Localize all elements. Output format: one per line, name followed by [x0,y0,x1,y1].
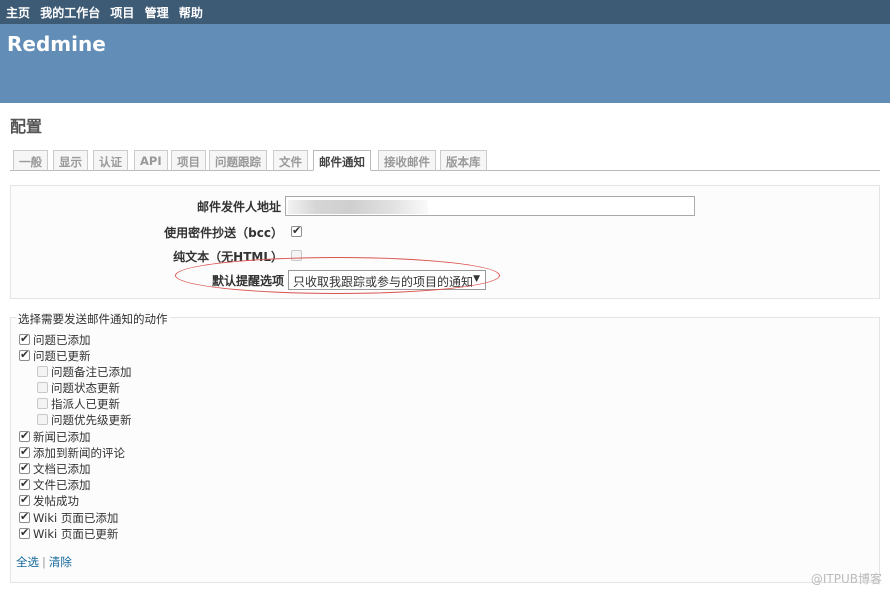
action-label: 新闻已添加 [33,430,91,444]
tab-repositories[interactable]: 版本库 [440,150,487,171]
action-issue-added[interactable]: 问题已添加 [19,332,91,348]
tab-api[interactable]: API [134,150,168,171]
tab-display[interactable]: 显示 [53,150,88,171]
tab-issue-tracking[interactable]: 问题跟踪 [209,150,267,171]
action-label: 文件已添加 [33,478,91,492]
link-separator: | [42,555,46,569]
checkbox-icon[interactable] [19,348,30,362]
action-issue-note-added[interactable]: 问题备注已添加 [37,364,132,380]
bcc-label: 使用密件抄送（bcc） [164,226,283,240]
tab-incoming-emails[interactable]: 接收邮件 [378,150,436,171]
notification-actions-box [10,317,880,583]
checkbox-icon[interactable] [37,366,48,377]
tab-projects[interactable]: 项目 [171,150,206,171]
checkbox-icon[interactable] [19,461,30,475]
action-label: Wiki 页面已添加 [33,511,119,525]
app-title[interactable]: Redmine [7,32,106,56]
from-address-label: 邮件发件人地址 [196,200,281,214]
clear-link[interactable]: 清除 [49,555,72,569]
action-label: 问题已添加 [33,333,91,347]
tab-email-notifications[interactable]: 邮件通知 [313,150,371,171]
from-address-row: 邮件发件人地址 [11,196,871,216]
checkbox-icon[interactable] [37,382,48,393]
action-label: 问题状态更新 [51,381,120,395]
page-title: 配置 [10,117,43,136]
action-news-comment-added[interactable]: 添加到新闻的评论 [19,445,125,461]
checkbox-icon[interactable] [19,493,30,507]
check-all-link[interactable]: 全选 [16,555,39,569]
menu-admin[interactable]: 管理 [145,6,169,20]
action-file-added[interactable]: 文件已添加 [19,477,91,493]
check-links: 全选 | 清除 [16,554,72,570]
action-label: 文档已添加 [33,462,91,476]
action-document-added[interactable]: 文档已添加 [19,461,91,477]
bcc-row: 使用密件抄送（bcc） [11,222,871,242]
checkbox-icon[interactable] [19,510,30,524]
checkbox-icon[interactable] [37,398,48,409]
from-address-input[interactable] [285,196,695,216]
action-label: Wiki 页面已更新 [33,527,119,541]
tab-authentication[interactable]: 认证 [93,150,128,171]
watermark: @ITPUB博客 [810,572,882,586]
action-label: 发帖成功 [33,494,79,508]
menu-help[interactable]: 帮助 [179,6,203,20]
action-label: 添加到新闻的评论 [33,446,125,460]
bcc-checkbox[interactable] [291,224,302,238]
checkbox-icon[interactable] [19,332,30,346]
action-priority-updated[interactable]: 问题优先级更新 [37,412,132,428]
checkbox-icon[interactable] [19,429,30,443]
main-content: 配置 一般 显示 认证 API 项目 问题跟踪 文件 邮件通知 接收邮件 版本库… [0,103,890,593]
action-label: 指派人已更新 [51,397,120,411]
action-label: 问题备注已添加 [51,365,132,379]
tab-files[interactable]: 文件 [273,150,308,171]
highlight-ellipse [175,257,500,294]
menu-home[interactable]: 主页 [6,6,30,20]
redacted-email [288,200,428,214]
action-message-posted[interactable]: 发帖成功 [19,493,79,509]
action-issue-updated[interactable]: 问题已更新 [19,348,91,364]
menu-my-page[interactable]: 我的工作台 [40,6,100,20]
top-menu: 主页 我的工作台 项目 管理 帮助 [0,0,890,24]
action-news-added[interactable]: 新闻已添加 [19,429,91,445]
settings-tabs: 一般 显示 认证 API 项目 问题跟踪 文件 邮件通知 接收邮件 版本库 [10,150,880,171]
action-assignee-updated[interactable]: 指派人已更新 [37,396,120,412]
notification-actions-legend: 选择需要发送邮件通知的动作 [16,311,170,327]
checkbox-icon[interactable] [19,445,30,459]
action-issue-status-updated[interactable]: 问题状态更新 [37,380,120,396]
tab-general[interactable]: 一般 [13,150,48,171]
action-label: 问题已更新 [33,349,91,363]
action-wiki-page-added[interactable]: Wiki 页面已添加 [19,510,118,526]
action-label: 问题优先级更新 [51,413,132,427]
checkbox-icon[interactable] [19,526,30,540]
header: Redmine [0,24,890,103]
menu-projects[interactable]: 项目 [110,6,134,20]
action-wiki-page-updated[interactable]: Wiki 页面已更新 [19,526,118,542]
checkbox-icon[interactable] [19,477,30,491]
checkbox-icon[interactable] [37,414,48,425]
